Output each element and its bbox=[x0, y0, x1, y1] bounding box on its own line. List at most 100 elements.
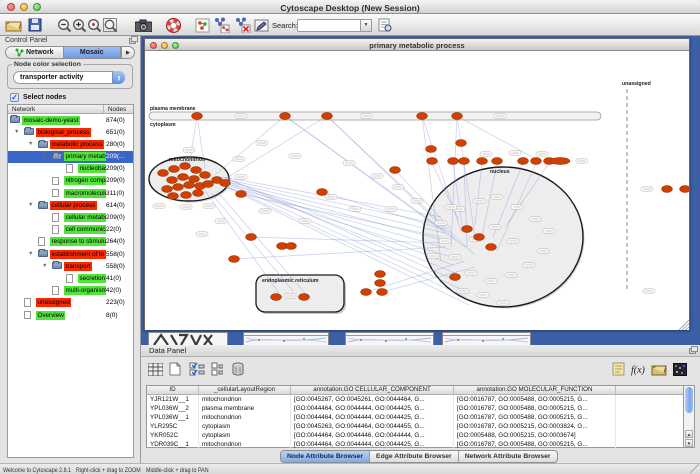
tab-node-attribute-browser[interactable]: Node Attribute Browser bbox=[281, 451, 370, 462]
scroll-down-icon[interactable]: ▼ bbox=[685, 439, 693, 447]
attribute-notes-icon[interactable] bbox=[609, 360, 627, 378]
tree-row[interactable]: nitrogen compo209(0) bbox=[8, 175, 133, 187]
graph-node[interactable] bbox=[193, 190, 204, 197]
graph-node[interactable] bbox=[426, 146, 437, 153]
graph-node[interactable] bbox=[450, 274, 461, 281]
column-header-cellular-component[interactable]: annotation.GO CELLULAR_COMPONENT bbox=[291, 386, 454, 394]
scrollbar-thumb[interactable] bbox=[685, 387, 693, 413]
graph-node[interactable] bbox=[662, 186, 673, 193]
help-icon[interactable] bbox=[164, 16, 182, 34]
unselect-attributes-icon[interactable] bbox=[208, 360, 226, 378]
zoom-fit-icon[interactable] bbox=[101, 16, 119, 34]
graph-node[interactable] bbox=[167, 177, 178, 184]
graph-node[interactable] bbox=[173, 184, 184, 191]
tab-mosaic[interactable]: Mosaic bbox=[63, 47, 122, 58]
graph-node[interactable] bbox=[246, 234, 257, 241]
table-row[interactable]: YKR052Ccytoplasm[GO:0044464, GO:0044446,… bbox=[147, 431, 683, 440]
graph-node[interactable] bbox=[518, 158, 529, 165]
search-options-icon[interactable] bbox=[376, 16, 394, 34]
graph-node[interactable] bbox=[531, 158, 542, 165]
network-window-titlebar[interactable]: primary metabolic process bbox=[145, 39, 689, 51]
tree-row[interactable]: ▼primary metabo209(... bbox=[8, 151, 133, 163]
graph-node[interactable] bbox=[361, 289, 372, 296]
graph-node[interactable] bbox=[477, 158, 488, 165]
graph-node[interactable] bbox=[492, 158, 503, 165]
graph-node[interactable] bbox=[680, 186, 690, 193]
tree-row[interactable]: unassigned223(0) bbox=[8, 297, 133, 309]
table-row[interactable]: YPL036W__1mitochondrion[GO:0044464, GO:0… bbox=[147, 413, 683, 422]
select-nodes-checkbox[interactable]: ✓ bbox=[10, 93, 19, 102]
graph-node[interactable] bbox=[317, 189, 328, 196]
tabs-overflow-button[interactable]: ▶ bbox=[121, 47, 134, 58]
tree-row[interactable]: response to stimulu264(0) bbox=[8, 236, 133, 248]
network-overview-icon[interactable] bbox=[193, 16, 211, 34]
graph-node[interactable] bbox=[452, 113, 463, 120]
column-header-molecular-function[interactable]: annotation.GO MOLECULAR_FUNCTION bbox=[454, 386, 616, 394]
combobox-stepper-icon[interactable]: ▲▼ bbox=[112, 71, 125, 84]
graph-node[interactable] bbox=[181, 192, 192, 199]
table-scrollbar[interactable]: ▲ ▼ bbox=[684, 385, 695, 448]
edge[interactable] bbox=[225, 177, 457, 281]
table-row[interactable]: YDR039C__1mitochondrion[GO:0044464, GO:0… bbox=[147, 440, 683, 449]
annotation-icon[interactable] bbox=[253, 16, 271, 34]
search-dropdown-button[interactable]: ▼ bbox=[361, 19, 372, 32]
edge[interactable] bbox=[215, 116, 285, 175]
attribute-table-icon[interactable] bbox=[146, 360, 164, 378]
tree-row[interactable]: cellular metabol209(0) bbox=[8, 212, 133, 224]
destroy-network-view-icon[interactable] bbox=[233, 16, 251, 34]
graph-node[interactable] bbox=[200, 172, 211, 179]
expand-arrow-icon[interactable]: ▼ bbox=[28, 141, 33, 147]
graph-node[interactable] bbox=[322, 113, 333, 120]
graph-node[interactable] bbox=[390, 167, 401, 174]
tree-row[interactable]: multi-organism pro42(0) bbox=[8, 285, 133, 297]
tree-row[interactable]: macromolecule311(0) bbox=[8, 187, 133, 199]
expand-arrow-icon[interactable]: ▼ bbox=[42, 153, 47, 159]
create-network-view-icon[interactable] bbox=[212, 16, 230, 34]
edge[interactable] bbox=[457, 116, 536, 159]
tree-row[interactable]: nucleobase-209(0) bbox=[8, 163, 133, 175]
table-row[interactable]: YPL036W__2plasma membrane[GO:0044464, GO… bbox=[147, 404, 683, 413]
graph-node[interactable] bbox=[286, 243, 297, 250]
graph-node[interactable] bbox=[191, 167, 202, 174]
tree-row[interactable]: ▼establishment of lo558(0) bbox=[8, 248, 133, 260]
float-panel-icon[interactable] bbox=[129, 38, 136, 44]
graph-node[interactable] bbox=[168, 193, 179, 200]
delete-attribute-icon[interactable] bbox=[229, 360, 247, 378]
graph-node[interactable] bbox=[178, 174, 189, 181]
save-icon[interactable] bbox=[26, 16, 44, 34]
background-network-window[interactable] bbox=[442, 332, 531, 345]
graph-node[interactable] bbox=[427, 158, 438, 165]
graph-node[interactable] bbox=[229, 256, 240, 263]
graph-node[interactable] bbox=[180, 163, 191, 170]
tab-edge-attribute-browser[interactable]: Edge Attribute Browser bbox=[370, 451, 459, 462]
tree-column-nodes[interactable]: Nodes bbox=[104, 105, 126, 113]
graph-node[interactable] bbox=[377, 289, 388, 296]
graph-node[interactable] bbox=[192, 113, 203, 120]
graph-node[interactable] bbox=[474, 234, 485, 241]
tree-row[interactable]: ▼biological_process651(0) bbox=[8, 126, 133, 138]
search-input[interactable] bbox=[297, 19, 361, 32]
graph-node[interactable] bbox=[448, 158, 459, 165]
node-color-combobox[interactable]: transporter activity ▲▼ bbox=[13, 71, 125, 84]
graph-node[interactable] bbox=[299, 294, 310, 301]
attribute-matrix-icon[interactable] bbox=[671, 360, 689, 378]
graph-node[interactable] bbox=[271, 294, 282, 301]
expand-arrow-icon[interactable]: ▼ bbox=[28, 202, 33, 208]
tree-row[interactable]: cell communicat22(0) bbox=[8, 224, 133, 236]
tree-row[interactable]: Overview8(0) bbox=[8, 309, 133, 321]
graph-node[interactable] bbox=[162, 186, 173, 193]
new-attribute-icon[interactable] bbox=[166, 360, 184, 378]
function-builder-icon[interactable]: f(x) bbox=[629, 360, 647, 378]
table-row[interactable]: YJR121W__1mitochondrion[GO:0045267, GO:0… bbox=[147, 395, 683, 404]
float-data-panel-icon[interactable] bbox=[689, 348, 696, 354]
tree-row[interactable]: ▼cellular process614(0) bbox=[8, 199, 133, 211]
background-network-window[interactable] bbox=[243, 332, 329, 345]
graph-node[interactable] bbox=[184, 182, 195, 189]
tree-column-network[interactable]: Network bbox=[8, 105, 104, 113]
tree-row[interactable]: mosaic-demo-yeast874(0) bbox=[8, 114, 133, 126]
tree-row[interactable]: secretion41(0) bbox=[8, 272, 133, 284]
tree-row[interactable]: ▼transport558(0) bbox=[8, 260, 133, 272]
graph-node[interactable] bbox=[459, 158, 470, 165]
edge[interactable] bbox=[234, 247, 445, 259]
column-header-region[interactable]: _cellularLayoutRegion bbox=[199, 386, 291, 394]
